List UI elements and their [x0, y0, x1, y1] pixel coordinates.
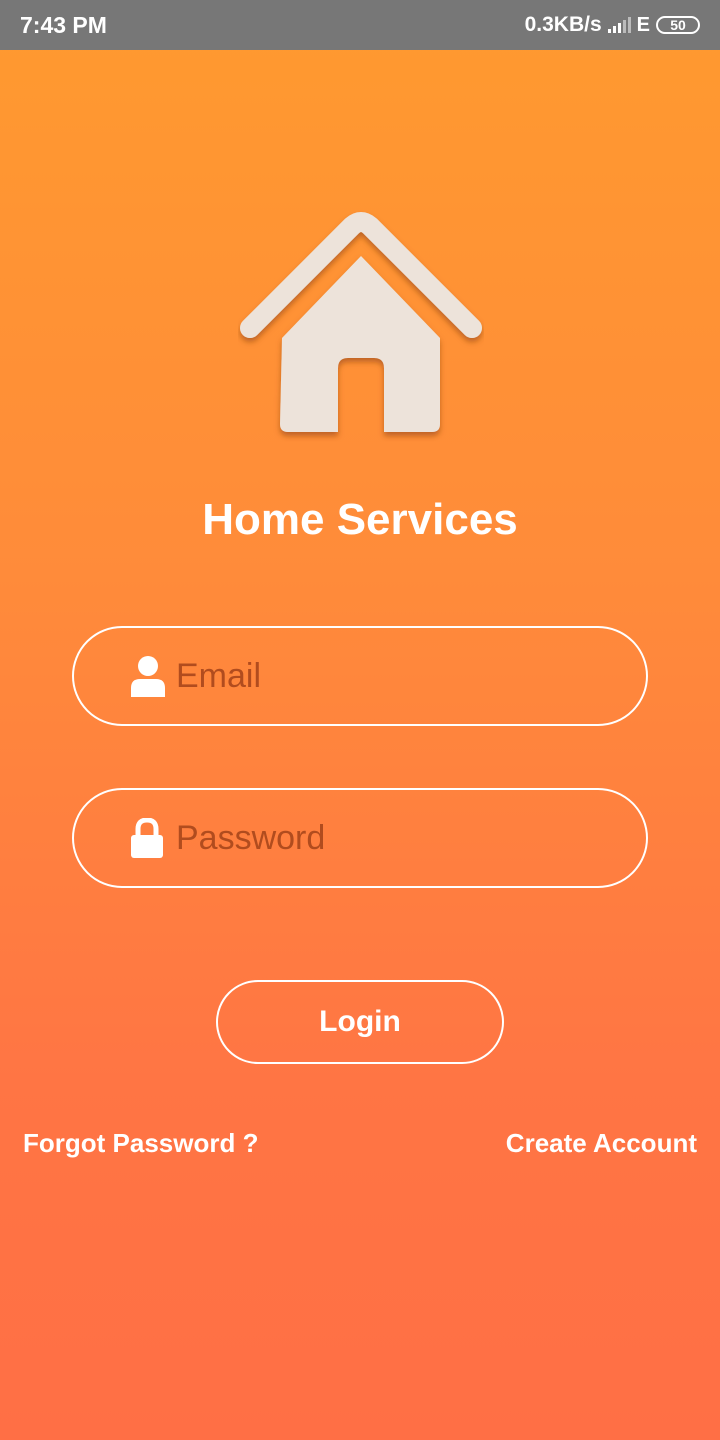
status-bar: 7:43 PM 0.3KB/s E 50: [0, 0, 720, 50]
house-icon: [240, 212, 482, 432]
lock-icon: [130, 816, 166, 860]
status-indicators: 0.3KB/s E 50: [525, 13, 700, 37]
email-input[interactable]: [176, 656, 646, 696]
battery-level: 50: [670, 17, 686, 33]
network-type: E: [636, 13, 650, 36]
user-icon: [130, 654, 166, 698]
login-button[interactable]: Login: [216, 980, 504, 1064]
password-field[interactable]: [72, 788, 648, 888]
password-input[interactable]: [176, 818, 646, 858]
email-field[interactable]: [72, 626, 648, 726]
battery-icon: 50: [656, 16, 700, 34]
forgot-password-link[interactable]: Forgot Password ?: [23, 1128, 258, 1159]
signal-icon: [607, 17, 631, 33]
network-speed: 0.3KB/s: [524, 13, 602, 36]
app-title: Home Services: [202, 495, 518, 544]
create-account-link[interactable]: Create Account: [506, 1128, 697, 1159]
status-time: 7:43 PM: [20, 11, 107, 38]
